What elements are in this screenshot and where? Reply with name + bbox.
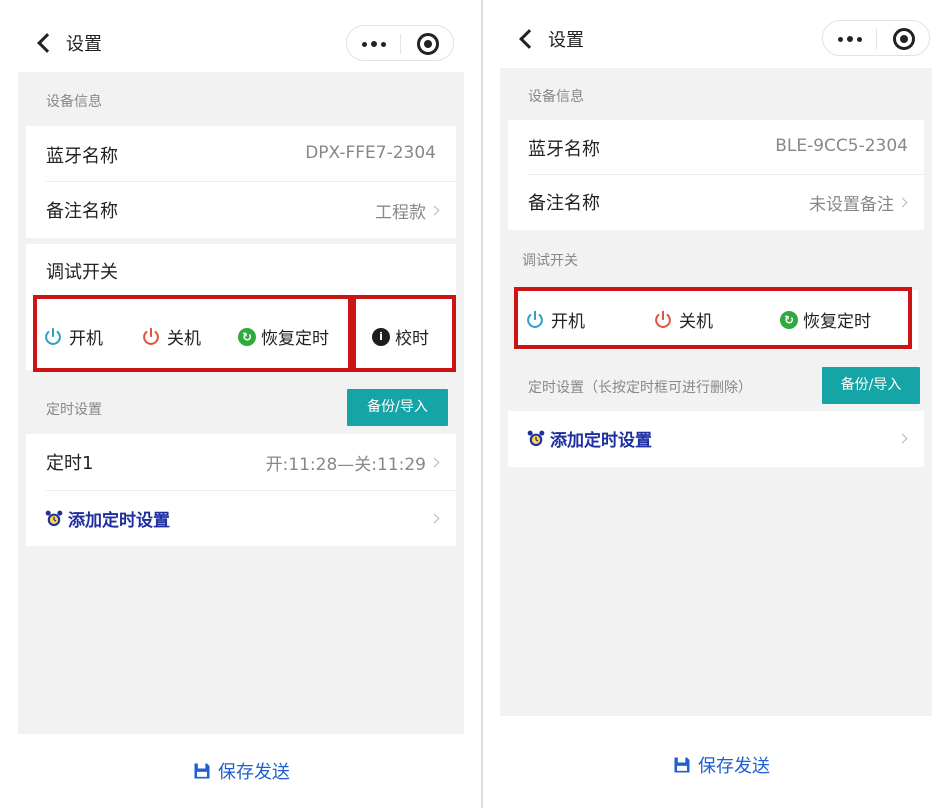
chevron-right-icon [897, 197, 908, 208]
add-timer-row[interactable]: 添加定时设置 [508, 411, 924, 467]
bluetooth-name-value: DPX-FFE7-2304 [305, 143, 436, 163]
screenshot-divider [481, 0, 483, 808]
add-timer-link[interactable]: 添加定时设置 [526, 426, 652, 451]
device-info-card: 蓝牙名称 DPX-FFE7-2304 备注名称 工程款 [26, 126, 456, 238]
timer-item-value: 开:11:28—关:11:29 [265, 455, 426, 475]
alarm-clock-icon [45, 510, 63, 526]
save-icon [674, 757, 690, 773]
chevron-right-icon [897, 433, 908, 444]
nav-bar: 设置 [18, 0, 464, 72]
highlight-box-switches [33, 295, 352, 372]
remark-name-row[interactable]: 备注名称 工程款 [26, 182, 456, 238]
highlight-box-switches [514, 287, 912, 349]
phone-screen-left: 设置 设备信息 蓝牙名称 DPX-FFE7-2304 备注名称 工程款 调试开关… [18, 0, 464, 808]
save-send-button[interactable]: 保存发送 [192, 758, 290, 784]
timer-list-card: 定时1 开:11:28—关:11:29 添加定时设置 [26, 434, 456, 546]
timer-item[interactable]: 定时1 开:11:28—关:11:29 [26, 434, 456, 490]
section-title-device-info: 设备信息 [46, 94, 102, 110]
section-title-timer: 定时设置 [46, 402, 102, 418]
debug-switch-title: 调试开关 [46, 262, 118, 283]
remark-name-label: 备注名称 [46, 201, 118, 222]
nav-bar: 设置 [500, 0, 932, 68]
save-send-label: 保存发送 [698, 756, 770, 777]
mini-program-capsule [822, 20, 930, 56]
more-icon[interactable] [347, 26, 400, 62]
save-send-button[interactable]: 保存发送 [672, 752, 770, 778]
back-icon[interactable] [519, 29, 539, 49]
more-icon[interactable] [823, 21, 876, 57]
footer-bar: 保存发送 [500, 716, 932, 808]
save-icon [194, 763, 210, 779]
footer-bar: 保存发送 [18, 734, 464, 808]
page-title: 设置 [548, 30, 584, 51]
remark-name-label: 备注名称 [528, 193, 600, 214]
backup-import-button[interactable]: 备份/导入 [822, 367, 920, 404]
add-timer-row[interactable]: 添加定时设置 [26, 491, 456, 546]
phone-screen-right: 设置 设备信息 蓝牙名称 BLE-9CC5-2304 备注名称 未设置备注 调试… [500, 0, 932, 808]
add-timer-label: 添加定时设置 [550, 431, 652, 451]
add-timer-label: 添加定时设置 [68, 511, 170, 531]
section-title-debug-switch: 调试开关 [522, 253, 578, 269]
bluetooth-name-label: 蓝牙名称 [528, 139, 600, 160]
target-icon[interactable] [417, 33, 439, 55]
back-icon[interactable] [37, 33, 57, 53]
remark-name-value: 工程款 [375, 203, 426, 223]
target-icon[interactable] [893, 28, 915, 50]
bluetooth-name-label: 蓝牙名称 [46, 146, 118, 167]
capsule-divider [876, 29, 877, 49]
alarm-clock-icon [527, 430, 545, 446]
mini-program-capsule [346, 25, 454, 61]
add-timer-link[interactable]: 添加定时设置 [44, 506, 170, 531]
page-title: 设置 [66, 34, 102, 55]
highlight-box-sync-time [352, 295, 456, 372]
capsule-divider [400, 34, 401, 54]
section-title-timer: 定时设置（长按定时框可进行删除） [528, 380, 752, 396]
timer-item-label: 定时1 [46, 453, 94, 474]
remark-name-value: 未设置备注 [809, 195, 894, 215]
chevron-right-icon [429, 205, 440, 216]
backup-import-button[interactable]: 备份/导入 [347, 389, 448, 426]
save-send-label: 保存发送 [218, 762, 290, 783]
device-info-card: 蓝牙名称 BLE-9CC5-2304 备注名称 未设置备注 [508, 120, 924, 230]
bluetooth-name-value: BLE-9CC5-2304 [775, 136, 908, 156]
section-title-device-info: 设备信息 [528, 89, 584, 105]
chevron-right-icon [429, 457, 440, 468]
chevron-right-icon [429, 513, 440, 524]
remark-name-row[interactable]: 备注名称 未设置备注 [508, 175, 924, 230]
